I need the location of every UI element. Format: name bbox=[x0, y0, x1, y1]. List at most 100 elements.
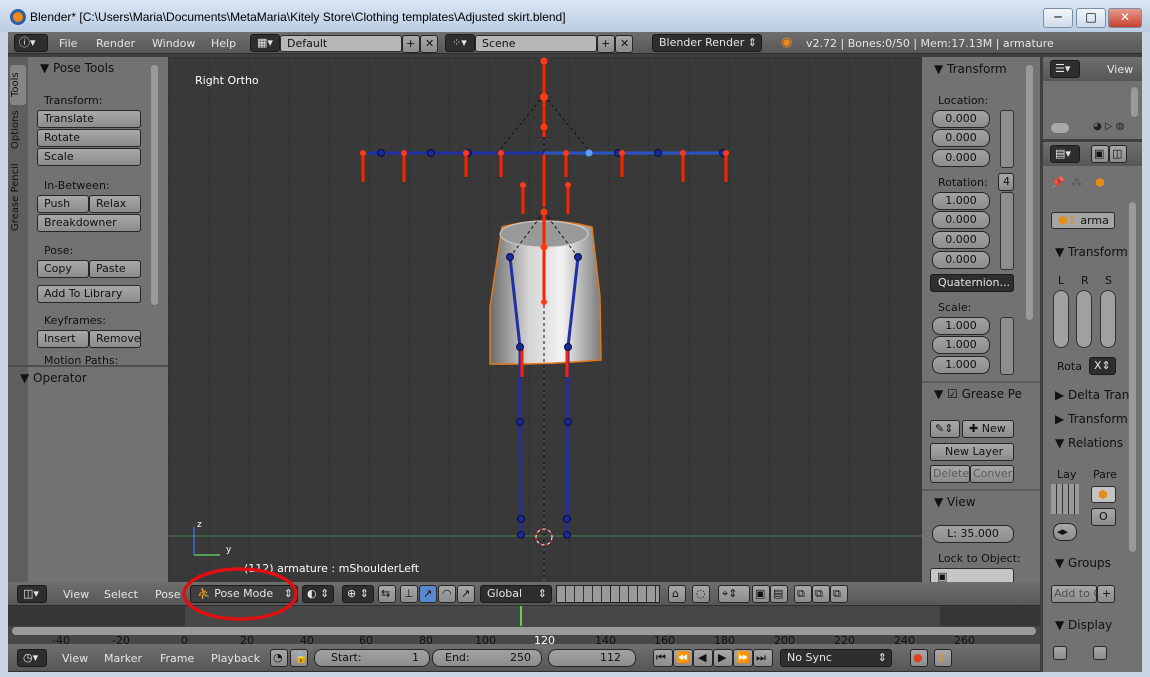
operator-header[interactable]: ▼ Operator bbox=[20, 371, 87, 385]
next-key-icon[interactable]: ⏩ bbox=[733, 649, 753, 667]
new-grease-button[interactable]: ✚ New bbox=[962, 420, 1014, 438]
rotation-mode-select[interactable]: Quaternion... bbox=[930, 274, 1014, 292]
parent-field[interactable]: ⬢ bbox=[1091, 486, 1116, 503]
timeline[interactable]: -40 -20 0 20 40 60 80 100 120 140 160 18… bbox=[8, 606, 1040, 648]
rotation-w-field[interactable]: 1.000 bbox=[932, 192, 990, 210]
rotate-manipulator-icon[interactable]: ◠ bbox=[438, 585, 456, 603]
rotation-z-field[interactable]: 0.000 bbox=[932, 251, 990, 269]
maximize-button[interactable]: □ bbox=[1076, 8, 1106, 28]
location-z-field[interactable]: 0.000 bbox=[932, 149, 990, 167]
tab-options[interactable]: Options bbox=[10, 107, 26, 152]
orientation-select[interactable]: Global ⇕ bbox=[480, 585, 552, 603]
end-frame-field[interactable]: End: 250 bbox=[432, 649, 542, 667]
menu-file[interactable]: File bbox=[59, 37, 77, 50]
layout-add-button[interactable]: + bbox=[402, 35, 420, 53]
lock-range-icon[interactable]: 🔒 bbox=[290, 649, 308, 667]
jump-end-icon[interactable]: ⏭ bbox=[753, 649, 773, 667]
layers-arrows[interactable]: ◂▸ bbox=[1053, 523, 1077, 541]
viewport-shading-select[interactable]: ◐ ⇕ bbox=[302, 585, 334, 603]
sync-select[interactable]: No Sync ⇕ bbox=[780, 649, 892, 667]
menu-frame[interactable]: Frame bbox=[160, 652, 194, 665]
rotation-axis-select[interactable]: X⇕ bbox=[1089, 357, 1116, 375]
render-engine-select[interactable]: Blender Render ⇕ bbox=[652, 34, 762, 52]
transform-locks-header[interactable]: ▶ Transform bbox=[1055, 412, 1128, 426]
manipulator-icon[interactable]: ⊥ bbox=[400, 585, 418, 603]
layer-buttons-2[interactable] bbox=[610, 585, 660, 603]
3d-editor-type[interactable]: ◫▾ bbox=[17, 585, 47, 603]
render-icon[interactable]: ▣ bbox=[752, 585, 770, 603]
layers-tab-icon[interactable]: ◫ bbox=[1109, 145, 1127, 163]
pencil-icon[interactable]: ✎⇕ bbox=[930, 420, 960, 438]
rotation-y-field[interactable]: 0.000 bbox=[932, 231, 990, 249]
menu-render[interactable]: Render bbox=[96, 37, 135, 50]
lock-r-column[interactable] bbox=[1076, 290, 1092, 348]
snap-icon[interactable]: ⌖⇕ bbox=[718, 585, 750, 603]
preview-range-icon[interactable]: ◔ bbox=[270, 649, 288, 667]
render-anim-icon[interactable]: ▤ bbox=[770, 585, 788, 603]
relax-button[interactable]: Relax bbox=[89, 195, 141, 213]
convert-button[interactable]: Convert bbox=[970, 465, 1014, 483]
properties-scrollbar[interactable] bbox=[1129, 202, 1136, 552]
rotation-w-lock[interactable]: 4 bbox=[998, 173, 1014, 191]
menu-window[interactable]: Window bbox=[152, 37, 195, 50]
playback-controls[interactable]: ⏮ ⏪ ◀ ▶ ⏩ ⏭ bbox=[653, 649, 773, 667]
rotation-x-field[interactable]: 0.000 bbox=[932, 211, 990, 229]
parent-type-select[interactable]: O bbox=[1091, 508, 1116, 526]
render-tab-icon[interactable]: ▣ bbox=[1091, 145, 1109, 163]
manipulator-toggle[interactable]: ⇆ bbox=[378, 585, 396, 603]
pin-icon[interactable]: 📌 bbox=[1051, 176, 1065, 189]
groups-header[interactable]: ▼ Groups bbox=[1055, 556, 1111, 570]
translate-button[interactable]: Translate bbox=[37, 110, 141, 128]
delete-button[interactable]: Delete bbox=[930, 465, 970, 483]
layout-field[interactable]: Default bbox=[280, 35, 402, 52]
editor-type-button[interactable]: ⓘ▾ bbox=[14, 34, 48, 52]
lock-l-column[interactable] bbox=[1053, 290, 1069, 348]
properties-editor-type[interactable]: ▤▾ bbox=[1050, 145, 1080, 163]
scene-icon[interactable]: ⁘▾ bbox=[445, 34, 475, 52]
pose-tools-header[interactable]: ▼ Pose Tools bbox=[40, 61, 114, 75]
display-checkbox-2[interactable] bbox=[1093, 646, 1107, 660]
delta-transform-header[interactable]: ▶ Delta Tran bbox=[1055, 388, 1129, 402]
scene-field[interactable]: Scene bbox=[475, 35, 597, 52]
current-frame-field[interactable]: 112 bbox=[548, 649, 636, 667]
scene-add-button[interactable]: + bbox=[597, 35, 615, 53]
add-group-plus[interactable]: + bbox=[1097, 585, 1115, 603]
tool-shelf-scrollbar[interactable] bbox=[151, 65, 158, 305]
view-header[interactable]: ▼ View bbox=[934, 495, 976, 509]
new-layer-button[interactable]: New Layer bbox=[930, 443, 1014, 461]
paste-pose-icon[interactable]: ⧉ bbox=[812, 585, 830, 603]
scene-remove-button[interactable]: ✕ bbox=[615, 35, 633, 53]
breakdowner-button[interactable]: Breakdowner bbox=[37, 214, 141, 232]
tab-tools[interactable]: Tools bbox=[10, 65, 26, 105]
scale-button[interactable]: Scale bbox=[37, 148, 141, 166]
jump-start-icon[interactable]: ⏮ bbox=[653, 649, 673, 667]
layout-remove-button[interactable]: ✕ bbox=[420, 35, 438, 53]
add-to-library-button[interactable]: Add To Library bbox=[37, 285, 141, 303]
menu-help[interactable]: Help bbox=[211, 37, 236, 50]
scale-x-field[interactable]: 1.000 bbox=[932, 317, 990, 335]
scale-z-field[interactable]: 1.000 bbox=[932, 356, 990, 374]
location-x-field[interactable]: 0.000 bbox=[932, 110, 990, 128]
proportional-icon[interactable]: ◌ bbox=[692, 585, 710, 603]
copy-pose-button[interactable]: Copy bbox=[37, 260, 89, 278]
play-reverse-icon[interactable]: ◀ bbox=[693, 649, 713, 667]
minimize-button[interactable]: ─ bbox=[1043, 8, 1073, 28]
record-icon[interactable]: ● bbox=[910, 649, 928, 667]
pivot-point-select[interactable]: ⊕ ⇕ bbox=[342, 585, 374, 603]
layers-grid[interactable] bbox=[1051, 484, 1079, 514]
menu-playback[interactable]: Playback bbox=[211, 652, 260, 665]
outliner-scrollbar-v[interactable] bbox=[1131, 87, 1138, 117]
display-header[interactable]: ▼ Display bbox=[1055, 618, 1112, 632]
scale-manipulator-icon[interactable]: ↗ bbox=[457, 585, 475, 603]
remove-keyframe-button[interactable]: Remove bbox=[89, 330, 141, 348]
object-name-field[interactable]: ⬢⇕ arma bbox=[1051, 212, 1115, 229]
paste-pose-button[interactable]: Paste bbox=[89, 260, 141, 278]
menu-select[interactable]: Select bbox=[104, 588, 138, 601]
npanel-transform-header[interactable]: ▼ Transform bbox=[934, 62, 1007, 76]
grease-pencil-header[interactable]: ▼ ☑ Grease Pe bbox=[934, 387, 1022, 401]
menu-view-3d[interactable]: View bbox=[63, 588, 89, 601]
display-checkbox[interactable] bbox=[1053, 646, 1067, 660]
relations-header[interactable]: ▼ Relations bbox=[1055, 436, 1123, 450]
lock-camera-icon[interactable]: ⌂ bbox=[668, 585, 686, 603]
prev-key-icon[interactable]: ⏪ bbox=[673, 649, 693, 667]
